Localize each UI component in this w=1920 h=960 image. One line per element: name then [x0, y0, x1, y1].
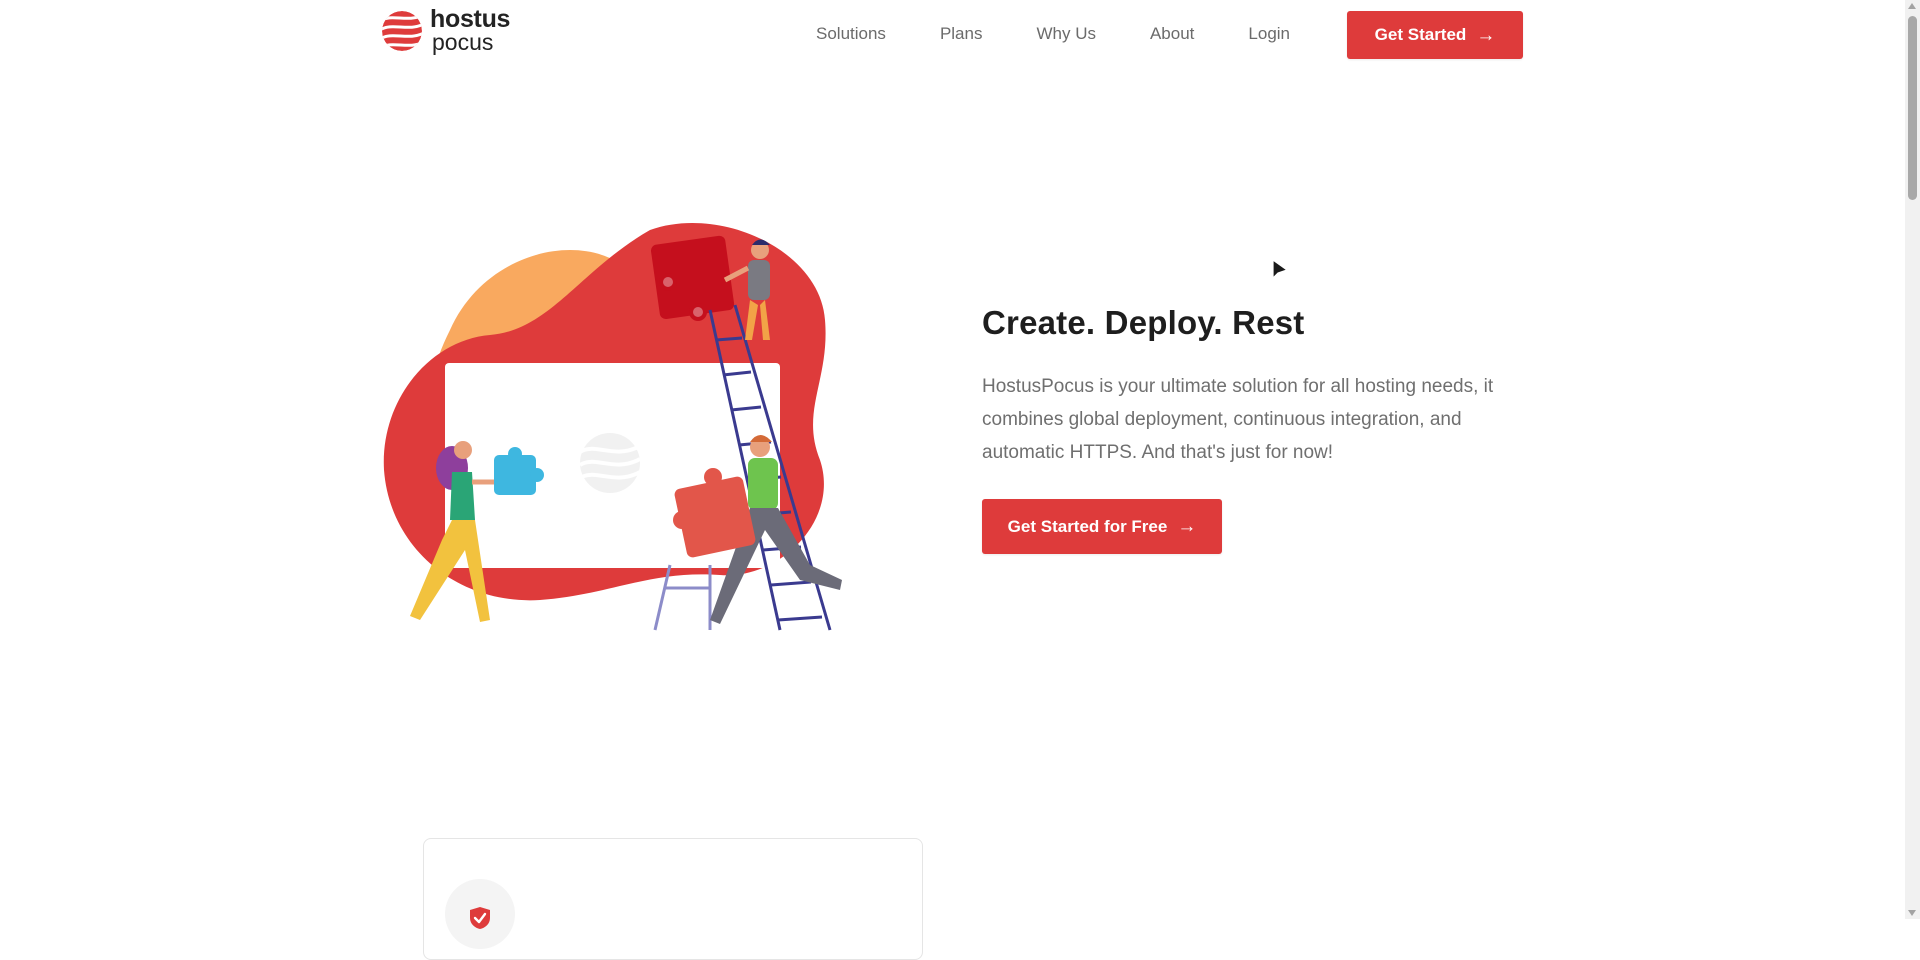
shield-check-icon — [470, 907, 490, 929]
get-started-label: Get Started — [1374, 25, 1467, 44]
feature-card — [423, 838, 923, 960]
nav-link-login[interactable]: Login — [1248, 24, 1290, 44]
brand-wordmark: hostus pocus — [430, 7, 510, 55]
brand-logo[interactable]: hostus pocus — [382, 7, 510, 55]
brand-name-line2: pocus — [432, 28, 494, 55]
get-started-button[interactable]: Get Started → — [1347, 11, 1523, 59]
get-started-free-label: Get Started for Free — [1007, 516, 1168, 536]
scroll-down-arrow-icon[interactable] — [1908, 910, 1916, 916]
top-navbar: hostus pocus Solutions Plans Why Us Abou… — [0, 0, 1905, 70]
arrow-right-icon: → — [1476, 24, 1496, 46]
page-scrollbar[interactable] — [1905, 0, 1920, 919]
red-puzzle-piece — [650, 235, 735, 321]
nav-link-solutions[interactable]: Solutions — [816, 24, 886, 44]
arrow-right-icon: → — [1177, 516, 1197, 537]
team-assembling-puzzle-illustration — [383, 223, 842, 631]
mouse-cursor-icon — [1272, 258, 1289, 280]
scroll-up-arrow-icon[interactable] — [1908, 3, 1916, 9]
striped-sphere-icon — [382, 10, 422, 51]
nav-link-plans[interactable]: Plans — [940, 24, 983, 44]
scrollbar-thumb[interactable] — [1908, 16, 1917, 200]
nav-link-why-us[interactable]: Why Us — [1036, 24, 1096, 44]
faint-logo-watermark — [578, 433, 641, 493]
nav-link-about[interactable]: About — [1150, 24, 1194, 44]
hero-description: HostusPocus is your ultimate solution fo… — [982, 376, 1494, 463]
main-menu: Solutions Plans Why Us About Login — [816, 24, 1290, 44]
get-started-free-button[interactable]: Get Started for Free → — [982, 499, 1222, 554]
hero-title: Create. Deploy. Rest — [982, 304, 1305, 341]
feature-icon-circle — [445, 879, 515, 949]
